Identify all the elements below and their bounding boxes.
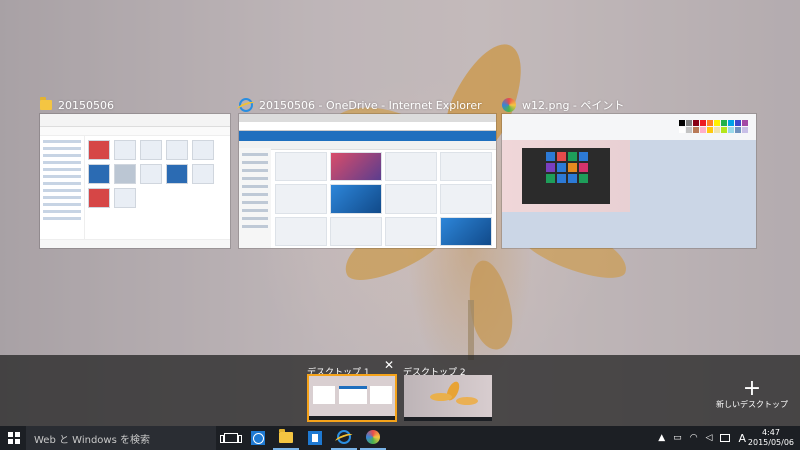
taskbar-paint[interactable] (360, 426, 386, 450)
window-title: w12.png - ペイント (522, 99, 625, 112)
browser-address-bar (239, 122, 496, 131)
window-title: 20150506 - OneDrive - Internet Explorer (259, 98, 482, 112)
window-paint[interactable]: w12.png - ペイント (502, 96, 756, 248)
plus-icon: + (742, 376, 762, 401)
task-view-button[interactable] (218, 426, 244, 450)
globe-icon (251, 431, 265, 445)
folder-icon (40, 97, 52, 110)
new-desktop-label: 新しいデスクトップ (716, 400, 788, 409)
paint-image (502, 140, 630, 212)
paint-icon (366, 430, 380, 444)
window-title-bar: 20150506 (40, 96, 114, 114)
start-menu-tiles (546, 152, 588, 183)
explorer-thumbnail[interactable] (40, 114, 230, 248)
window-title-bar: w12.png - ペイント (502, 96, 624, 114)
system-tray: ▲ ▭ ◠ ◁ A (658, 426, 746, 450)
wifi-icon[interactable]: ◠ (690, 433, 698, 443)
battery-icon[interactable]: ▭ (673, 433, 682, 443)
onedrive-file-grid (275, 152, 492, 246)
virtual-desktops-bar: デスクトップ 1 ✕ デスクトップ 2 + 新しいデスクトップ (0, 355, 800, 426)
onedrive-sidebar (239, 148, 271, 248)
taskbar-ie-pinned[interactable] (245, 426, 271, 450)
paint-color-palette (679, 120, 748, 133)
paint-thumbnail[interactable] (502, 114, 756, 248)
clock-time: 4:47 (761, 428, 780, 437)
ime-indicator[interactable]: A (738, 432, 746, 445)
search-input[interactable]: Web と Windows を検索 (26, 426, 216, 450)
close-icon[interactable]: ✕ (384, 358, 394, 372)
windows-start-icon[interactable] (8, 432, 20, 444)
internet-explorer-icon (337, 430, 351, 444)
window-title-bar: 20150506 - OneDrive - Internet Explorer (239, 96, 482, 114)
onedrive-header (239, 131, 496, 141)
task-view-icon (220, 433, 242, 443)
window-internet-explorer[interactable]: 20150506 - OneDrive - Internet Explorer (239, 96, 496, 248)
onedrive-command-bar (239, 141, 496, 150)
chevron-up-icon[interactable]: ▲ (658, 433, 665, 443)
folder-icon (279, 428, 293, 443)
taskbar-store[interactable] (302, 426, 328, 450)
explorer-address-bar (40, 127, 230, 136)
explorer-file-grid (88, 140, 226, 208)
browser-tab-strip (239, 114, 496, 122)
taskbar-internet-explorer[interactable] (331, 426, 357, 450)
virtual-desktop-2-thumbnail[interactable] (404, 375, 492, 421)
taskbar: Web と Windows を検索 ▲ ▭ ◠ ◁ A 4:47 2015/05… (0, 426, 800, 450)
paint-ribbon (502, 114, 756, 141)
explorer-status-bar (40, 239, 230, 248)
notification-icon[interactable] (720, 434, 731, 442)
internet-explorer-thumbnail[interactable] (239, 114, 496, 248)
internet-explorer-icon (239, 98, 253, 112)
paint-canvas (502, 140, 756, 248)
taskbar-clock[interactable]: 4:47 2015/05/06 (748, 428, 794, 448)
taskbar-file-explorer[interactable] (273, 426, 299, 450)
store-icon (308, 431, 322, 445)
window-title: 20150506 (58, 98, 114, 112)
virtual-desktop-1-thumbnail[interactable] (307, 374, 397, 422)
explorer-toolbar (40, 114, 230, 127)
window-explorer[interactable]: 20150506 (40, 96, 230, 248)
explorer-navigation-pane (40, 136, 85, 240)
paint-icon (502, 98, 516, 112)
new-desktop-button[interactable]: + 新しいデスクトップ (716, 376, 788, 410)
clock-date: 2015/05/06 (747, 438, 794, 447)
volume-icon[interactable]: ◁ (706, 433, 713, 443)
